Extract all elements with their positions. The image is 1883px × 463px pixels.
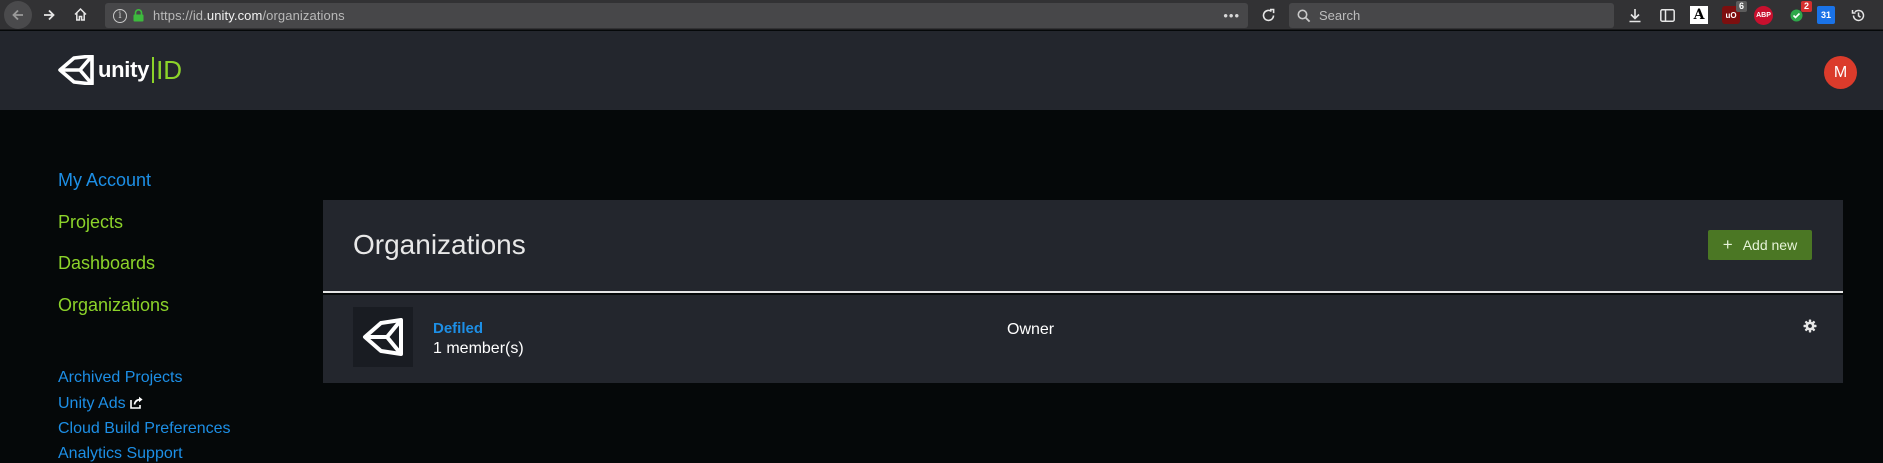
unity-logo-icon (363, 318, 403, 356)
logo-id-text: ID (156, 55, 183, 85)
organization-row: Defiled 1 member(s) Owner (323, 295, 1843, 383)
organization-settings-button[interactable] (1803, 319, 1817, 333)
plus-icon: + (1722, 235, 1733, 254)
reload-icon (1262, 8, 1274, 21)
extension-a-button[interactable]: A (1690, 6, 1708, 24)
green-extension-button[interactable]: 2 (1787, 1, 1812, 24)
organization-name-link[interactable]: Defiled (433, 320, 483, 337)
forward-button[interactable] (35, 1, 63, 29)
sidebar-item-organizations[interactable]: Organizations (58, 295, 169, 316)
organizations-panel-header: Organizations + Add new (323, 200, 1843, 293)
add-new-label: Add new (1742, 237, 1798, 253)
home-button[interactable] (66, 1, 94, 29)
sidebar-item-archived-projects[interactable]: Archived Projects (58, 369, 183, 387)
history-button[interactable] (1849, 6, 1867, 24)
organization-logo (353, 307, 413, 367)
url-text: https://id.unity.com/organizations (153, 8, 345, 23)
info-icon[interactable]: i (113, 8, 127, 23)
browser-toolbar: i https://id.unity.com/organizations •••… (0, 0, 1883, 30)
adblock-plus-button[interactable]: ABP (1754, 6, 1773, 25)
home-icon (73, 7, 87, 21)
reload-button[interactable] (1256, 3, 1280, 27)
external-link-icon (129, 396, 143, 409)
add-new-button[interactable]: + Add new (1708, 230, 1812, 260)
organization-role: Owner (1007, 321, 1055, 338)
calendar-extension-button[interactable]: 31 (1817, 6, 1835, 24)
unity-id-logo[interactable]: unity ID (58, 55, 182, 85)
green-extension-badge: 2 (1801, 1, 1812, 12)
logo-divider (152, 57, 155, 83)
downloads-button[interactable] (1626, 6, 1644, 24)
sidebar-item-analytics-support[interactable]: Analytics Support (58, 445, 183, 463)
sidebar-icon (1659, 8, 1675, 22)
sidebar-toggle-button[interactable] (1658, 6, 1676, 24)
ublock-label: uO (1725, 10, 1737, 20)
url-bar[interactable]: i https://id.unity.com/organizations ••• (105, 3, 1248, 28)
user-avatar[interactable]: M (1824, 56, 1857, 89)
lock-icon (133, 9, 144, 22)
sidebar-item-projects[interactable]: Projects (58, 212, 123, 233)
browser-search-input[interactable]: Search (1289, 3, 1614, 28)
logo-text: unity (98, 57, 150, 82)
site-header: unity ID M (0, 31, 1883, 110)
sidebar-item-unity-ads[interactable]: Unity Ads (58, 395, 144, 413)
page-actions-button[interactable]: ••• (1223, 8, 1240, 23)
organization-member-count: 1 member(s) (433, 340, 524, 357)
arrow-left-icon (12, 9, 23, 20)
search-placeholder: Search (1319, 8, 1361, 23)
history-icon (1851, 9, 1864, 21)
unity-logo-icon (58, 55, 94, 85)
ublock-extension-button[interactable]: uO 6 (1722, 1, 1747, 24)
ublock-badge: 6 (1736, 1, 1747, 12)
arrow-right-icon (44, 9, 55, 20)
sidebar-item-unity-ads-label: Unity Ads (58, 395, 126, 412)
gear-icon (1803, 319, 1817, 333)
download-icon (1629, 8, 1641, 22)
url-host: unity.com (206, 8, 263, 23)
sidebar-item-cloud-build-preferences[interactable]: Cloud Build Preferences (58, 420, 231, 438)
search-icon (1297, 9, 1311, 22)
back-button[interactable] (4, 0, 32, 29)
url-prefix: https://id. (153, 8, 207, 23)
page-title: Organizations (353, 229, 526, 260)
url-path: /organizations (262, 8, 345, 23)
sidebar-item-my-account[interactable]: My Account (58, 170, 151, 191)
sidebar-item-dashboards[interactable]: Dashboards (58, 253, 155, 274)
